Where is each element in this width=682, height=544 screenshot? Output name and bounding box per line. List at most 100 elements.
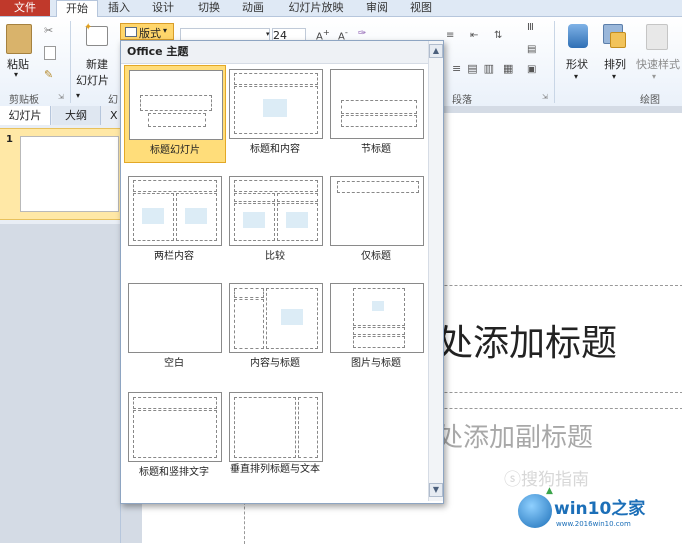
paste-dropdown-icon[interactable]: ▾	[14, 70, 18, 79]
layout-content-caption[interactable]: 内容与标题	[225, 279, 325, 375]
layout-title-only[interactable]: 仅标题	[326, 172, 426, 268]
layout-name: 标题和内容	[250, 144, 300, 155]
layout-button-label: 版式	[139, 27, 161, 40]
title-placeholder-text: 处添加标题	[437, 323, 618, 364]
placeholder	[353, 327, 405, 335]
columns-icon[interactable]: ▦	[503, 62, 513, 75]
scroll-down-icon[interactable]: ▼	[429, 483, 443, 497]
copy-icon[interactable]	[44, 46, 56, 60]
layout-thumb	[330, 283, 424, 353]
layout-comparison[interactable]: 比较	[225, 172, 325, 268]
placeholder	[176, 193, 217, 241]
tab-insert[interactable]: 插入	[102, 0, 136, 16]
indent-icon[interactable]: ⇤	[470, 30, 478, 41]
group-separator	[554, 21, 555, 103]
layout-icon	[125, 27, 137, 37]
close-panel-icon[interactable]: X	[110, 109, 118, 122]
placeholder	[234, 299, 264, 349]
drawing-group-label: 绘图	[640, 95, 660, 106]
picture-icon	[372, 301, 384, 311]
tab-animations[interactable]: 动画	[236, 0, 270, 16]
layout-thumb	[229, 69, 323, 139]
layout-name: 仅标题	[361, 251, 391, 262]
tab-home[interactable]: 开始	[56, 0, 98, 18]
layout-name: 垂直排列标题与文本	[230, 464, 320, 475]
layout-section-header[interactable]: 节标题	[326, 65, 426, 161]
layout-button[interactable]: 版式 ▾	[120, 23, 174, 40]
slides-panel: 幻灯片 大纲 X 1	[0, 106, 121, 543]
paragraph-group-label: 段落	[452, 95, 472, 106]
new-slide-dropdown-icon: ▾	[76, 91, 81, 100]
layout-title-slide[interactable]: 标题幻灯片	[124, 65, 226, 163]
placeholder	[234, 397, 296, 458]
new-slide-label-2: 幻灯片	[76, 74, 109, 87]
arrange-dropdown-icon[interactable]: ▾	[612, 72, 616, 81]
layout-name: 比较	[265, 251, 285, 262]
paragraph-launcher-icon[interactable]: ⇲	[542, 93, 548, 101]
tab-outline[interactable]: 大纲	[52, 106, 101, 125]
placeholder	[266, 288, 318, 349]
placeholder	[337, 181, 419, 193]
shapes-dropdown-icon[interactable]: ▾	[574, 72, 578, 81]
tab-slideshow[interactable]: 幻灯片放映	[284, 0, 348, 16]
layout-thumb	[229, 392, 323, 462]
arrange-button[interactable]: 排列	[600, 56, 630, 72]
placeholder	[133, 180, 217, 192]
layout-gallery: Office 主题 ▲ ▼ 标题幻灯片 标题和内容 节标题 两栏内容 比较 仅标…	[120, 40, 444, 504]
layout-picture-caption[interactable]: 图片与标题	[326, 279, 426, 375]
layout-name: 标题和竖排文字	[139, 467, 209, 478]
shapes-icon[interactable]	[568, 24, 588, 48]
clipboard-launcher-icon[interactable]: ⇲	[58, 93, 64, 101]
layout-dropdown-icon: ▾	[163, 26, 168, 35]
layout-title-vertical-text[interactable]: 标题和竖排文字	[124, 388, 224, 484]
tab-design[interactable]: 设计	[146, 0, 180, 16]
gallery-scrollbar[interactable]: ▲ ▼	[428, 41, 443, 501]
quick-styles-button[interactable]: 快速样式	[636, 56, 682, 72]
font-name-dropdown-icon[interactable]: ▾	[266, 30, 270, 38]
content-icons-icon	[281, 309, 303, 325]
placeholder	[234, 180, 318, 192]
shapes-button[interactable]: 形状	[562, 56, 592, 72]
tab-view[interactable]: 视图	[404, 0, 438, 16]
tab-file[interactable]: 文件	[0, 0, 50, 16]
text-direction-icon[interactable]: ⇅	[494, 30, 502, 41]
paste-icon[interactable]	[6, 24, 32, 54]
placeholder	[234, 203, 275, 241]
quick-styles-icon[interactable]	[646, 24, 668, 50]
clear-format-icon[interactable]: ✑	[358, 28, 366, 39]
layout-blank[interactable]: 空白	[124, 279, 224, 375]
logo-name: win10之家	[554, 499, 646, 519]
layout-two-content[interactable]: 两栏内容	[124, 172, 224, 268]
tab-review[interactable]: 审阅	[360, 0, 394, 16]
line-spacing-icon[interactable]: ≡	[446, 30, 454, 41]
text-direction-2-icon[interactable]: Ⅲ	[527, 22, 534, 33]
layout-title-content[interactable]: 标题和内容	[225, 65, 325, 161]
align-buttons-icon[interactable]: ≡▤▥	[452, 62, 500, 75]
format-painter-icon[interactable]: ✎	[44, 68, 53, 81]
placeholder	[277, 203, 318, 241]
new-slide-label-1[interactable]: 新建	[80, 56, 114, 72]
content-icons-icon	[263, 99, 287, 117]
layout-thumb	[128, 283, 222, 353]
tab-slides[interactable]: 幻灯片	[0, 106, 51, 125]
align-text-icon[interactable]: ▤	[527, 44, 536, 55]
tab-transitions[interactable]: 切换	[192, 0, 226, 16]
placeholder	[133, 193, 174, 241]
placeholder	[140, 95, 212, 111]
layout-thumb	[128, 392, 222, 462]
slide-thumbnail[interactable]	[20, 136, 119, 212]
scroll-up-icon[interactable]: ▲	[429, 44, 443, 58]
smartart-icon[interactable]: ▣	[527, 64, 536, 75]
placeholder	[341, 100, 417, 114]
quick-styles-dropdown-icon[interactable]: ▾	[652, 72, 656, 81]
layout-vertical-title-text[interactable]: 垂直排列标题与文本	[225, 388, 325, 484]
layout-name: 空白	[164, 358, 184, 369]
layout-name: 两栏内容	[154, 251, 194, 262]
arrange-icon-front	[610, 32, 626, 48]
panel-empty-area	[0, 224, 120, 543]
placeholder	[148, 113, 206, 127]
placeholder	[133, 397, 217, 409]
slide-thumbnail-row[interactable]: 1	[0, 128, 120, 220]
cut-icon[interactable]: ✂	[44, 24, 53, 37]
group-separator	[70, 21, 71, 103]
